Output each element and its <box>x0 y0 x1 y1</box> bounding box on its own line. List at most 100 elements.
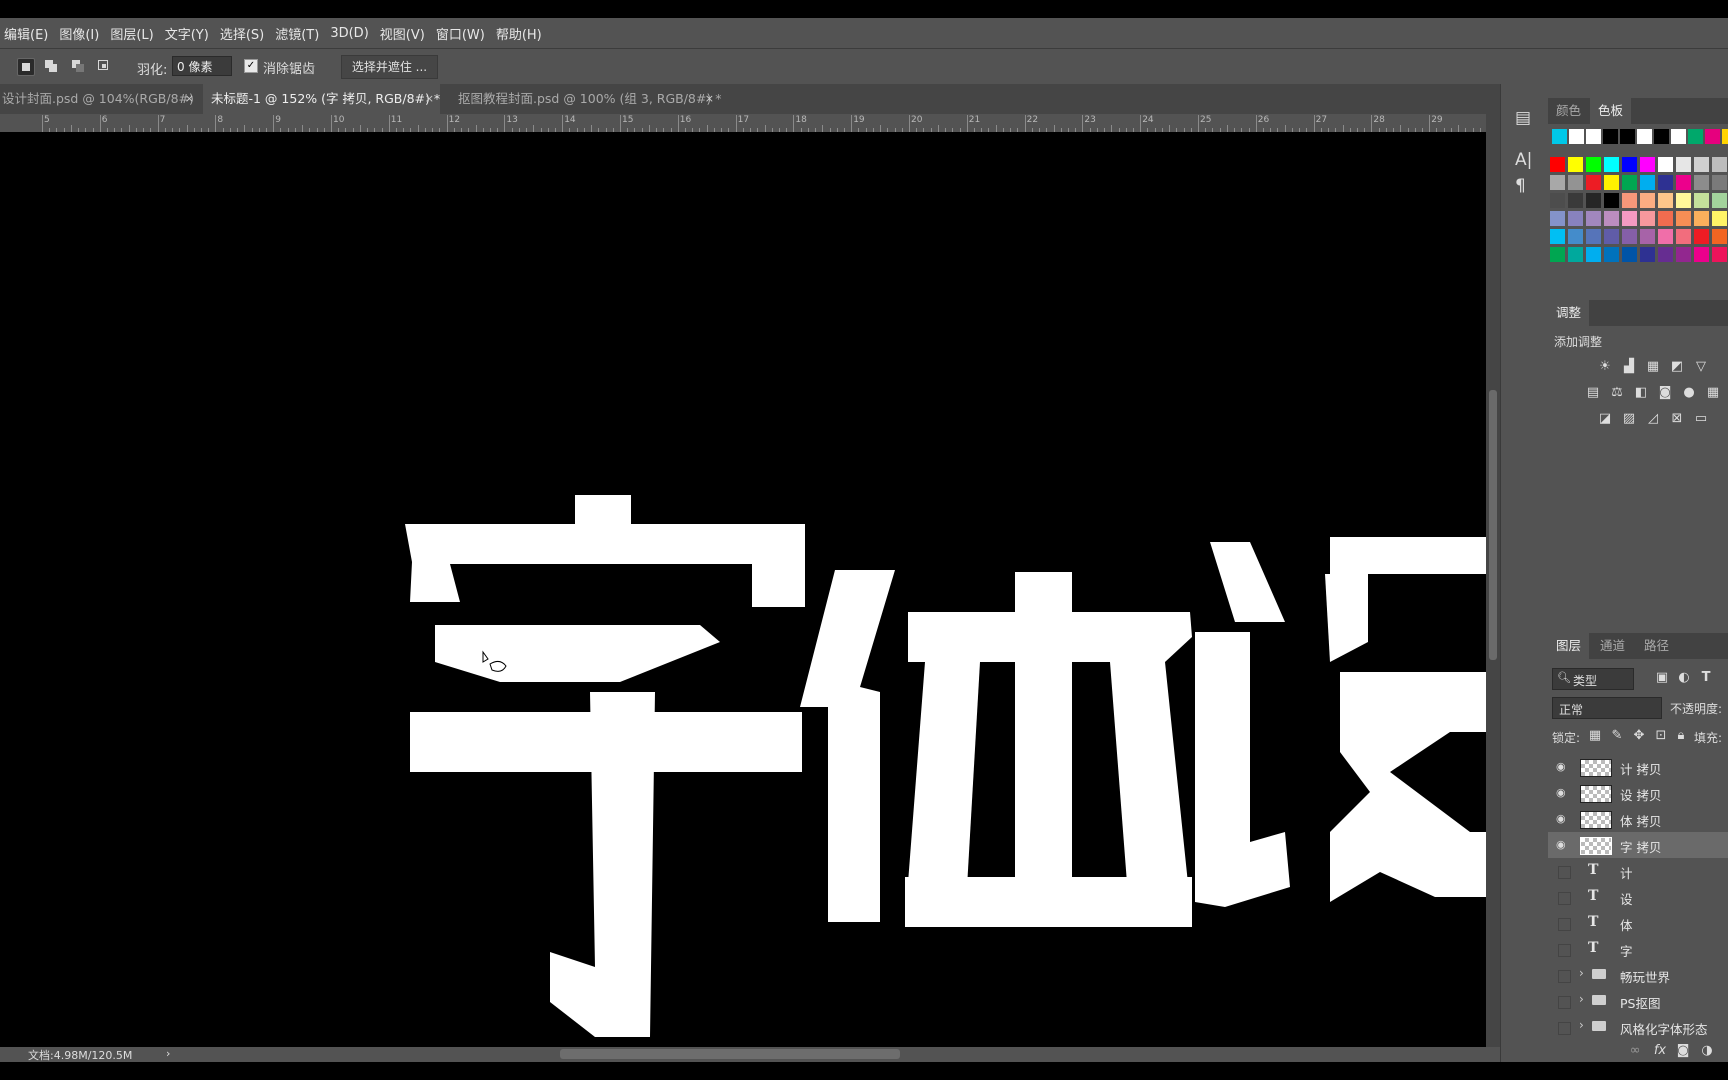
swatch[interactable] <box>1622 193 1637 208</box>
tab-swatches[interactable]: 色板 <box>1590 98 1632 124</box>
swatch[interactable] <box>1622 211 1637 226</box>
layer-row[interactable]: ◉ 体 拷贝 <box>1548 806 1728 832</box>
swatch[interactable] <box>1640 193 1655 208</box>
swatch[interactable] <box>1568 157 1583 172</box>
swatch[interactable] <box>1676 193 1691 208</box>
menu-3d[interactable]: 3D(D) <box>326 26 375 41</box>
menu-select[interactable]: 选择(S) <box>216 24 271 43</box>
layer-row[interactable]: T计 <box>1548 858 1728 884</box>
swatch[interactable] <box>1604 247 1619 262</box>
color-balance-icon[interactable]: ⚖ <box>1610 386 1624 400</box>
swatch[interactable] <box>1568 247 1583 262</box>
chevron-right-icon[interactable]: › <box>1579 1018 1584 1032</box>
swatch[interactable] <box>1586 229 1601 244</box>
swatch[interactable] <box>1640 175 1655 190</box>
swatch[interactable] <box>1712 229 1727 244</box>
swatch[interactable] <box>1640 211 1655 226</box>
swatch[interactable] <box>1658 193 1673 208</box>
swatch[interactable] <box>1586 175 1601 190</box>
swatch[interactable] <box>1568 193 1583 208</box>
swatch[interactable] <box>1604 229 1619 244</box>
swatch[interactable] <box>1637 129 1652 144</box>
swatch[interactable] <box>1550 211 1565 226</box>
swatch[interactable] <box>1640 247 1655 262</box>
adjustment-filter-icon[interactable]: ◐ <box>1677 671 1691 685</box>
visibility-toggle[interactable] <box>1558 866 1571 879</box>
swatch[interactable] <box>1586 211 1601 226</box>
swatch[interactable] <box>1550 175 1565 190</box>
visibility-toggle[interactable] <box>1558 944 1571 957</box>
swatch[interactable] <box>1676 229 1691 244</box>
new-adjustment-layer-icon[interactable]: ◑ <box>1700 1044 1714 1058</box>
photo-filter-icon[interactable]: ◙ <box>1658 386 1672 400</box>
swatch[interactable] <box>1550 157 1565 172</box>
color-lookup-icon[interactable]: ▦ <box>1706 386 1720 400</box>
black-white-icon[interactable]: ◧ <box>1634 386 1648 400</box>
feather-input[interactable]: 0 像素 <box>172 56 232 76</box>
levels-icon[interactable]: ▟ <box>1622 360 1636 374</box>
menu-filter[interactable]: 滤镜(T) <box>271 24 326 43</box>
brightness-icon[interactable]: ☀ <box>1598 360 1612 374</box>
new-selection-button[interactable] <box>17 58 35 76</box>
gradient-map-icon[interactable]: ▭ <box>1694 412 1708 426</box>
lock-position-icon[interactable]: ✥ <box>1632 729 1646 743</box>
swatch[interactable] <box>1705 129 1720 144</box>
menu-image[interactable]: 图像(I) <box>55 24 106 43</box>
channel-mixer-icon[interactable]: ● <box>1682 386 1696 400</box>
layer-row[interactable]: › PS抠图 <box>1548 988 1728 1014</box>
tab-cutout-tutorial[interactable]: 抠图教程封面.psd @ 100% (组 3, RGB/8#) * × <box>450 84 721 114</box>
layer-row[interactable]: ◉ 计 拷贝 <box>1548 754 1728 780</box>
paragraph-panel-icon[interactable]: ¶ <box>1515 176 1526 196</box>
swatch[interactable] <box>1712 175 1727 190</box>
invert-icon[interactable]: ◪ <box>1598 412 1612 426</box>
close-icon[interactable]: × <box>705 84 714 114</box>
chevron-right-icon[interactable]: › <box>1579 992 1584 1006</box>
menu-view[interactable]: 视图(V) <box>376 24 432 43</box>
close-icon[interactable]: × <box>425 84 434 114</box>
swatch[interactable] <box>1568 229 1583 244</box>
eye-icon[interactable]: ◉ <box>1556 761 1569 773</box>
history-panel-icon[interactable]: ▤ <box>1515 108 1531 128</box>
layer-row[interactable]: › 畅玩世界 <box>1548 962 1728 988</box>
menu-type[interactable]: 文字(Y) <box>161 24 216 43</box>
visibility-toggle[interactable] <box>1558 996 1571 1009</box>
blend-mode-select[interactable]: 正常 <box>1552 697 1662 719</box>
swatch[interactable] <box>1552 129 1567 144</box>
swatch[interactable] <box>1658 157 1673 172</box>
swatch[interactable] <box>1694 211 1709 226</box>
swatch[interactable] <box>1658 247 1673 262</box>
swatch[interactable] <box>1640 229 1655 244</box>
swatch[interactable] <box>1658 175 1673 190</box>
menu-layer[interactable]: 图层(L) <box>106 24 160 43</box>
lock-artboard-icon[interactable]: ⊡ <box>1654 729 1668 743</box>
pixel-filter-icon[interactable]: ▣ <box>1655 671 1669 685</box>
selective-color-icon[interactable]: ⊠ <box>1670 412 1684 426</box>
layer-filter-select[interactable]: 🔍︎ 类型 <box>1552 668 1634 690</box>
eye-icon[interactable]: ◉ <box>1556 839 1569 851</box>
exposure-icon[interactable]: ◩ <box>1670 360 1684 374</box>
subtract-from-selection-button[interactable] <box>70 58 86 74</box>
visibility-toggle[interactable] <box>1558 1022 1571 1035</box>
menu-help[interactable]: 帮助(H) <box>492 24 549 43</box>
swatch[interactable] <box>1550 229 1565 244</box>
layer-row[interactable]: ◉ 字 拷贝 <box>1548 832 1728 858</box>
tab-untitled-1[interactable]: 未标题-1 @ 152% (字 拷贝, RGB/8#) * × <box>203 84 440 114</box>
swatch[interactable] <box>1586 193 1601 208</box>
antialias-checkbox[interactable]: ✓ <box>244 59 258 73</box>
swatch[interactable] <box>1550 247 1565 262</box>
swatch[interactable] <box>1550 193 1565 208</box>
swatch[interactable] <box>1569 129 1584 144</box>
tab-adjustments[interactable]: 调整 <box>1548 300 1590 326</box>
swatch[interactable] <box>1586 129 1601 144</box>
swatch[interactable] <box>1712 193 1727 208</box>
swatch[interactable] <box>1586 157 1601 172</box>
swatch[interactable] <box>1676 247 1691 262</box>
add-mask-icon[interactable]: ◙ <box>1676 1044 1690 1058</box>
swatch[interactable] <box>1604 175 1619 190</box>
swatch[interactable] <box>1654 129 1669 144</box>
visibility-toggle[interactable] <box>1558 892 1571 905</box>
swatch[interactable] <box>1694 175 1709 190</box>
swatch[interactable] <box>1603 129 1618 144</box>
layer-row[interactable]: ◉ 设 拷贝 <box>1548 780 1728 806</box>
swatch[interactable] <box>1712 157 1727 172</box>
